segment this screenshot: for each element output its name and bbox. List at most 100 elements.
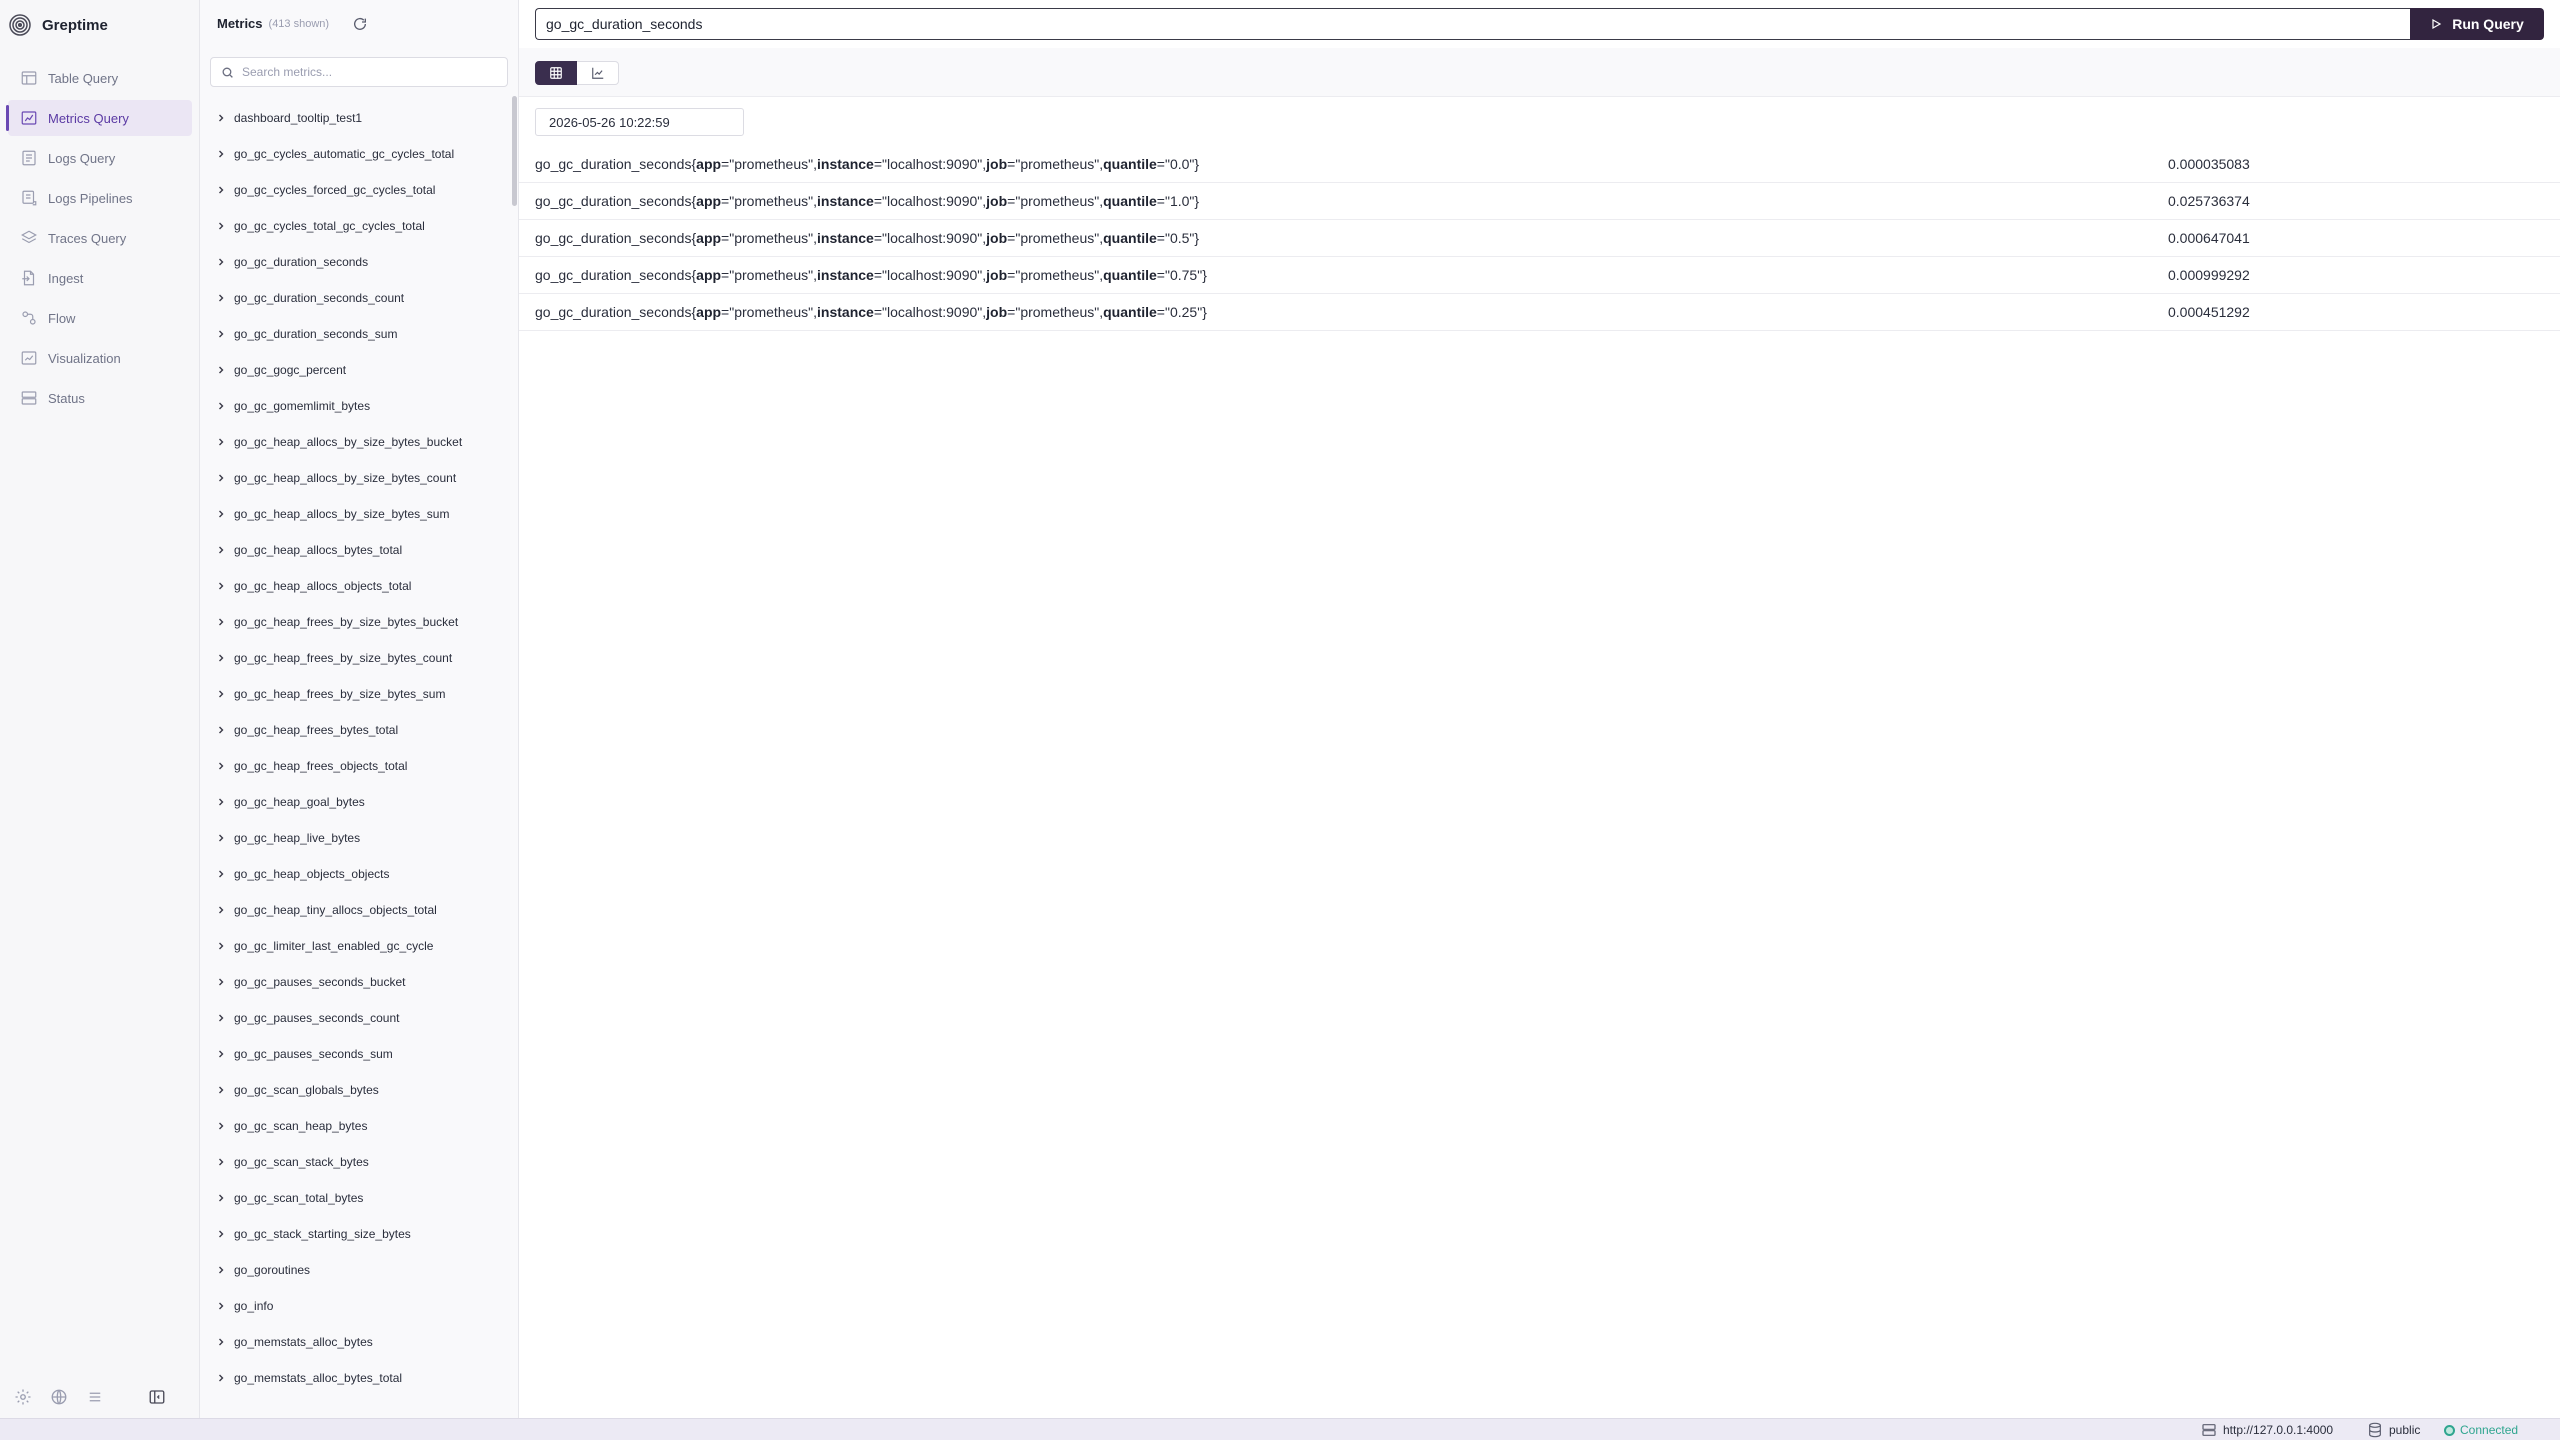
metric-list-item[interactable]: go_memstats_alloc_bytes (210, 1324, 500, 1360)
chevron-right-icon[interactable] (216, 977, 226, 987)
table-row[interactable]: go_gc_duration_seconds{app="prometheus",… (519, 257, 2560, 294)
chevron-right-icon[interactable] (216, 797, 226, 807)
chevron-right-icon[interactable] (216, 149, 226, 159)
refresh-icon[interactable] (352, 16, 368, 32)
host-indicator[interactable]: http://127.0.0.1:4000 (2201, 1422, 2333, 1438)
metric-list-item[interactable]: go_gc_heap_frees_by_size_bytes_bucket (210, 604, 500, 640)
chevron-right-icon[interactable] (216, 1157, 226, 1167)
nav-item-logs-query[interactable]: Logs Query (8, 140, 192, 176)
chevron-right-icon[interactable] (216, 941, 226, 951)
table-row[interactable]: go_gc_duration_seconds{app="prometheus",… (519, 294, 2560, 331)
metric-list-item[interactable]: go_gc_pauses_seconds_bucket (210, 964, 500, 1000)
metric-list-item[interactable]: go_gc_scan_total_bytes (210, 1180, 500, 1216)
metric-list-item[interactable]: go_gc_scan_heap_bytes (210, 1108, 500, 1144)
metric-list-item[interactable]: go_info (210, 1288, 500, 1324)
chevron-right-icon[interactable] (216, 1085, 226, 1095)
query-editor[interactable]: go_gc_duration_seconds (535, 8, 2410, 40)
metric-list-item[interactable]: go_gc_heap_allocs_by_size_bytes_sum (210, 496, 500, 532)
chevron-right-icon[interactable] (216, 869, 226, 879)
metric-list-item[interactable]: go_gc_scan_globals_bytes (210, 1072, 500, 1108)
brand[interactable]: Greptime (8, 12, 108, 38)
chevron-right-icon[interactable] (216, 725, 226, 735)
metric-list-item[interactable]: go_gc_heap_allocs_by_size_bytes_bucket (210, 424, 500, 460)
chevron-right-icon[interactable] (216, 1373, 226, 1383)
globe-icon[interactable] (50, 1388, 68, 1406)
metric-list-item[interactable]: go_gc_heap_allocs_objects_total (210, 568, 500, 604)
chevron-right-icon[interactable] (216, 509, 226, 519)
metric-list-item[interactable]: go_gc_heap_allocs_bytes_total (210, 532, 500, 568)
chevron-right-icon[interactable] (216, 1121, 226, 1131)
table-view-button[interactable] (535, 61, 577, 85)
chevron-right-icon[interactable] (216, 1229, 226, 1239)
table-row[interactable]: go_gc_duration_seconds{app="prometheus",… (519, 220, 2560, 257)
nav-item-ingest[interactable]: Ingest (8, 260, 192, 296)
chevron-right-icon[interactable] (216, 401, 226, 411)
metric-list-item[interactable]: go_gc_heap_allocs_by_size_bytes_count (210, 460, 500, 496)
chevron-right-icon[interactable] (216, 221, 226, 231)
chevron-right-icon[interactable] (216, 761, 226, 771)
menu-icon[interactable] (86, 1388, 104, 1406)
metric-list-item[interactable]: go_gc_duration_seconds_count (210, 280, 500, 316)
metric-list-item[interactable]: go_gc_cycles_total_gc_cycles_total (210, 208, 500, 244)
chevron-right-icon[interactable] (216, 329, 226, 339)
metric-list-item[interactable]: go_gc_heap_objects_objects (210, 856, 500, 892)
chevron-right-icon[interactable] (216, 1013, 226, 1023)
metric-list-item[interactable]: go_gc_limiter_last_enabled_gc_cycle (210, 928, 500, 964)
metric-list-item[interactable]: go_gc_duration_seconds_sum (210, 316, 500, 352)
chevron-right-icon[interactable] (216, 1337, 226, 1347)
chevron-right-icon[interactable] (216, 1193, 226, 1203)
database-indicator[interactable]: public (2367, 1422, 2420, 1438)
metric-list-item[interactable]: dashboard_tooltip_test1 (210, 100, 500, 136)
metric-list-item[interactable]: go_gc_heap_frees_by_size_bytes_sum (210, 676, 500, 712)
collapse-sidebar-icon[interactable] (148, 1388, 166, 1406)
chevron-right-icon[interactable] (216, 257, 226, 267)
chevron-right-icon[interactable] (216, 1265, 226, 1275)
evaluation-time[interactable]: 2026-05-26 10:22:59 (535, 108, 744, 136)
metric-list-item[interactable]: go_gc_pauses_seconds_sum (210, 1036, 500, 1072)
nav-item-status[interactable]: Status (8, 380, 192, 416)
metric-list-item[interactable]: go_gc_scan_stack_bytes (210, 1144, 500, 1180)
chevron-right-icon[interactable] (216, 581, 226, 591)
nav-item-traces-query[interactable]: Traces Query (8, 220, 192, 256)
chevron-right-icon[interactable] (216, 833, 226, 843)
nav-item-metrics-query[interactable]: Metrics Query (6, 100, 192, 136)
chevron-right-icon[interactable] (216, 437, 226, 447)
metric-list-item[interactable]: go_gc_heap_frees_objects_total (210, 748, 500, 784)
metric-list-item[interactable]: go_gc_pauses_seconds_count (210, 1000, 500, 1036)
chevron-right-icon[interactable] (216, 293, 226, 303)
metric-list-item[interactable]: go_gc_heap_frees_bytes_total (210, 712, 500, 748)
metric-list-item[interactable]: go_gc_heap_live_bytes (210, 820, 500, 856)
metric-list-item[interactable]: go_gc_gogc_percent (210, 352, 500, 388)
metric-list-item[interactable]: go_goroutines (210, 1252, 500, 1288)
metric-list-item[interactable]: go_gc_duration_seconds (210, 244, 500, 280)
metric-list-item[interactable]: go_gc_heap_goal_bytes (210, 784, 500, 820)
nav-item-table-query[interactable]: Table Query (8, 60, 192, 96)
chevron-right-icon[interactable] (216, 185, 226, 195)
metrics-scrollbar[interactable] (512, 96, 517, 206)
chevron-right-icon[interactable] (216, 365, 226, 375)
metric-list-item[interactable]: go_gc_heap_frees_by_size_bytes_count (210, 640, 500, 676)
run-query-button[interactable]: Run Query (2410, 8, 2544, 40)
chevron-right-icon[interactable] (216, 905, 226, 915)
nav-item-flow[interactable]: Flow (8, 300, 192, 336)
metric-list-item[interactable]: go_gc_heap_tiny_allocs_objects_total (210, 892, 500, 928)
metric-list-item[interactable]: go_gc_cycles_forced_gc_cycles_total (210, 172, 500, 208)
nav-item-logs-pipelines[interactable]: Logs Pipelines (8, 180, 192, 216)
graph-view-button[interactable] (577, 61, 619, 85)
chevron-right-icon[interactable] (216, 113, 226, 123)
metric-list-item[interactable]: go_memstats_alloc_bytes_total (210, 1360, 500, 1396)
metrics-search[interactable] (210, 57, 508, 87)
metric-list-item[interactable]: go_gc_gomemlimit_bytes (210, 388, 500, 424)
settings-icon[interactable] (14, 1388, 32, 1406)
chevron-right-icon[interactable] (216, 1301, 226, 1311)
chevron-right-icon[interactable] (216, 473, 226, 483)
metric-list-item[interactable]: go_gc_cycles_automatic_gc_cycles_total (210, 136, 500, 172)
nav-item-visualization[interactable]: Visualization (8, 340, 192, 376)
chevron-right-icon[interactable] (216, 617, 226, 627)
metrics-search-input[interactable] (242, 65, 492, 79)
table-row[interactable]: go_gc_duration_seconds{app="prometheus",… (519, 146, 2560, 183)
chevron-right-icon[interactable] (216, 1049, 226, 1059)
table-row[interactable]: go_gc_duration_seconds{app="prometheus",… (519, 183, 2560, 220)
chevron-right-icon[interactable] (216, 653, 226, 663)
chevron-right-icon[interactable] (216, 545, 226, 555)
